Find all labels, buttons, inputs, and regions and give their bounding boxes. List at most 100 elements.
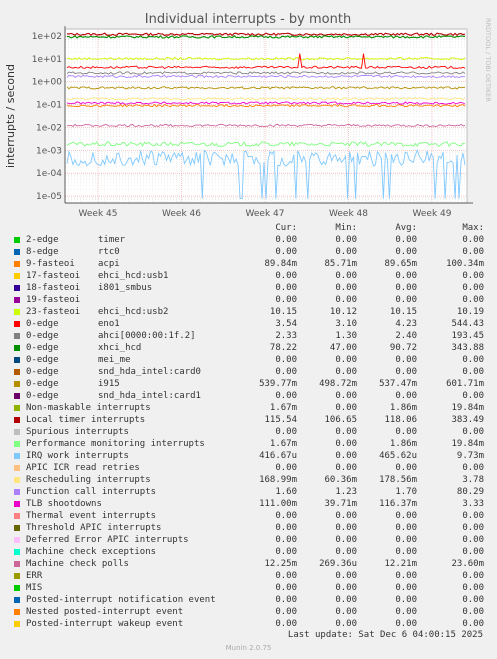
legend-name: Threshold APIC interrupts — [26, 523, 162, 533]
legend-max: 10.19 — [456, 307, 484, 317]
legend-name: Machine check exceptions — [26, 547, 157, 557]
legend-avg: 0.00 — [395, 547, 417, 557]
legend-max: 0.00 — [462, 571, 484, 581]
legend-max: 193.45 — [451, 331, 484, 341]
legend-swatch — [14, 621, 20, 627]
legend-swatch — [14, 261, 20, 267]
legend-name: Nested posted-interrupt event — [26, 607, 184, 617]
y-tick-label: 1e-02 — [36, 123, 62, 133]
legend-max: 0.00 — [462, 463, 484, 473]
legend-name: Machine check polls — [26, 559, 129, 569]
legend-max: 0.00 — [462, 523, 484, 533]
legend-name: 2-edge — [26, 235, 59, 245]
legend-swatch — [14, 237, 20, 243]
x-tick-label: Week 46 — [162, 209, 201, 219]
legend-swatch — [14, 273, 20, 279]
legend-name: 0-edge — [26, 355, 59, 365]
x-tick-label: Week 48 — [329, 209, 368, 219]
legend-swatch — [14, 405, 20, 411]
legend-avg: 537.47m — [379, 379, 417, 389]
footer-version: Munin 2.0.75 — [225, 644, 272, 652]
y-tick-label: 1e-01 — [36, 101, 62, 111]
legend-swatch — [14, 297, 20, 303]
legend-avg: 0.00 — [395, 595, 417, 605]
legend-name: IRQ work interrupts — [26, 451, 129, 461]
legend-device: eno1 — [98, 319, 120, 329]
legend-max: 343.88 — [451, 343, 484, 353]
legend-name: Thermal event interrupts — [26, 511, 157, 521]
legend-max: 0.00 — [462, 547, 484, 557]
legend-name: Performance monitoring interrupts — [26, 439, 205, 449]
legend-swatch — [14, 477, 20, 483]
legend-name: 0-edge — [26, 319, 59, 329]
legend-swatch — [14, 249, 20, 255]
col-header-max: Max: — [462, 223, 484, 233]
legend-swatch — [14, 321, 20, 327]
legend-device: ehci_hcd:usb1 — [98, 271, 169, 281]
legend-max: 0.00 — [462, 355, 484, 365]
legend-max: 0.00 — [462, 619, 484, 629]
legend-swatch — [14, 393, 20, 399]
legend-avg: 0.00 — [395, 427, 417, 437]
legend-avg: 1.86m — [389, 439, 417, 449]
y-axis-label: interrupts / second — [4, 64, 17, 168]
legend-max: 544.43 — [451, 319, 484, 329]
legend-swatch — [14, 369, 20, 375]
legend-swatch — [14, 573, 20, 579]
legend-max: 19.84m — [451, 439, 484, 449]
legend-device: ahci[0000:00:1f.2] — [98, 331, 196, 341]
legend-avg: 2.40 — [395, 331, 417, 341]
legend-name: TLB shootdowns — [26, 499, 102, 509]
legend-device: mei_me — [98, 355, 131, 365]
legend-max: 383.49 — [451, 415, 484, 425]
legend-avg: 0.00 — [395, 523, 417, 533]
legend-avg: 89.65m — [384, 259, 417, 269]
legend-swatch — [14, 609, 20, 615]
x-tick-label: Week 45 — [79, 209, 118, 219]
legend-name: 0-edge — [26, 343, 59, 353]
legend-avg: 0.00 — [395, 535, 417, 545]
legend-max: 3.33 — [462, 499, 484, 509]
rrdtool-credit: RRDTOOL / TOBI OETIKER — [484, 18, 492, 102]
y-tick-label: 1e-04 — [36, 169, 62, 179]
legend-device: i801_smbus — [98, 283, 153, 293]
legend-avg: 90.72 — [389, 343, 417, 353]
legend-avg: 0.00 — [395, 271, 417, 281]
legend-max: 0.00 — [462, 583, 484, 593]
legend-swatch — [14, 537, 20, 543]
legend-avg: 0.00 — [395, 511, 417, 521]
legend-max: 0.00 — [462, 427, 484, 437]
legend-swatch — [14, 357, 20, 363]
legend-avg: 0.00 — [395, 619, 417, 629]
legend-avg: 0.00 — [395, 355, 417, 365]
legend-device: acpi — [98, 259, 120, 269]
legend-max: 19.84m — [451, 403, 484, 413]
legend-device: xhci_hcd — [98, 343, 142, 353]
legend-max: 0.00 — [462, 535, 484, 545]
y-tick-label: 1e-05 — [36, 192, 62, 202]
legend-name: 8-edge — [26, 247, 59, 257]
legend-name: 19-fasteoi — [26, 295, 81, 305]
y-tick-label: 1e+00 — [32, 78, 63, 88]
legend-max: 0.00 — [462, 247, 484, 257]
legend-avg: 1.86m — [389, 403, 417, 413]
legend-avg: 0.00 — [395, 295, 417, 305]
legend-avg: 0.00 — [395, 247, 417, 257]
x-tick-label: Week 47 — [246, 209, 285, 219]
legend-swatch — [14, 381, 20, 387]
legend-avg: 0.00 — [395, 607, 417, 617]
legend-avg: 0.00 — [395, 463, 417, 473]
legend-swatch — [14, 549, 20, 555]
legend-name: 17-fasteoi — [26, 271, 81, 281]
legend-swatch — [14, 285, 20, 291]
legend-max: 0.00 — [462, 595, 484, 605]
legend-swatch — [14, 513, 20, 519]
legend-name: 0-edge — [26, 391, 59, 401]
legend-name: APIC ICR read retries — [26, 463, 140, 473]
legend-avg: 1.70 — [395, 487, 417, 497]
legend-swatch — [14, 333, 20, 339]
legend-name: 23-fasteoi — [26, 307, 81, 317]
chart-area: 1e+02 1e+01 1e+00 1e-01 1e-02 1e-03 1e-04 1e-05… — [4, 12, 492, 219]
legend-avg: 465.62u — [379, 451, 417, 461]
legend-swatch — [14, 489, 20, 495]
